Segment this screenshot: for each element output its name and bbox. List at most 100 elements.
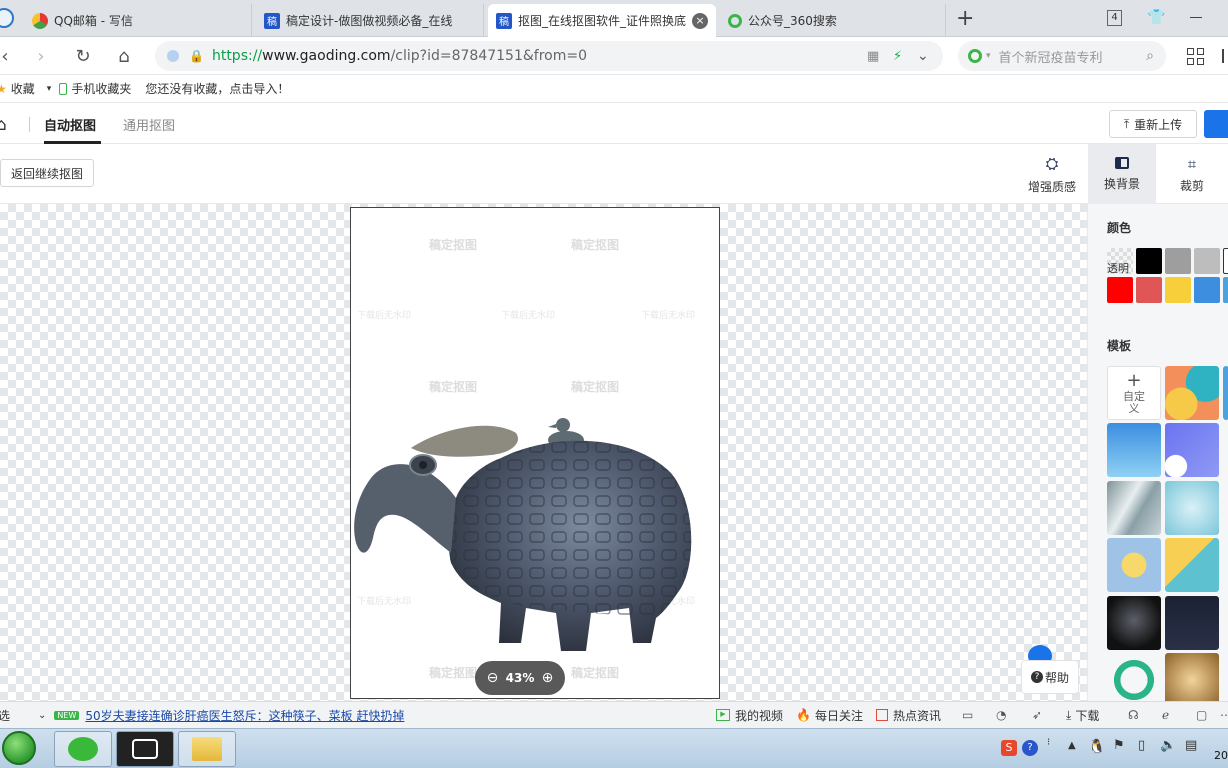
- wechat-taskbar-button[interactable]: [54, 731, 112, 767]
- template-thumbnail[interactable]: [1165, 423, 1219, 477]
- chevron-down-icon[interactable]: ▾: [986, 51, 991, 61]
- zoom-percent-icon[interactable]: ⋯: [1220, 708, 1228, 722]
- rocket-icon[interactable]: ➶: [1032, 708, 1042, 722]
- custom-template-button[interactable]: + 自定义: [1107, 366, 1161, 420]
- tab-general-cutout[interactable]: 通用抠图: [123, 115, 175, 134]
- 360-search-icon: [968, 49, 982, 63]
- speed-icon[interactable]: ◔: [996, 708, 1006, 722]
- template-thumbnail[interactable]: [1165, 481, 1219, 535]
- change-background-tool[interactable]: 换背景: [1088, 144, 1156, 204]
- color-swatch-red[interactable]: [1107, 277, 1133, 303]
- template-thumbnail[interactable]: [1107, 538, 1161, 592]
- watermark-text: 稿定抠图: [571, 666, 620, 680]
- browser-ie-icon[interactable]: ℯ: [1162, 708, 1169, 722]
- enhance-texture-tool[interactable]: ⛭ 增强质感: [1018, 144, 1086, 204]
- network-icon[interactable]: ▤: [1185, 738, 1197, 753]
- zoom-out-icon[interactable]: ⊖: [487, 670, 499, 686]
- daily-focus-button[interactable]: 🔥 每日关注: [796, 707, 863, 724]
- help-tray-icon[interactable]: ?: [1022, 740, 1038, 756]
- lightning-icon[interactable]: ⚡: [893, 49, 902, 64]
- sogou-ime-icon[interactable]: S: [1001, 740, 1017, 756]
- tab-qq-mail[interactable]: QQ邮箱 - 写信: [24, 4, 252, 37]
- download-status-button[interactable]: ⤓ 下载: [1066, 707, 1099, 724]
- template-thumbnail[interactable]: [1165, 653, 1219, 707]
- back-to-cutout-button[interactable]: 返回继续抠图: [0, 159, 94, 187]
- tab-cutout-active[interactable]: 稿 抠图_在线抠图软件_证件照换底 ×: [488, 4, 716, 37]
- color-swatch-black[interactable]: [1136, 248, 1162, 274]
- volume-icon[interactable]: 🔈: [1160, 738, 1176, 753]
- forward-icon[interactable]: ›: [30, 45, 52, 67]
- crop-tool[interactable]: ⌗ 裁剪: [1158, 144, 1226, 204]
- reupload-button[interactable]: ⤒ 重新上传: [1109, 110, 1197, 138]
- address-bar[interactable]: 🔒 https:// www.gaoding.com /clip?id=8784…: [155, 41, 943, 71]
- favorites-button[interactable]: 收藏: [11, 80, 35, 97]
- home-icon[interactable]: ⌂: [113, 45, 135, 67]
- menu-icon[interactable]: [1222, 49, 1228, 63]
- zoom-in-icon[interactable]: ⊕: [542, 670, 554, 686]
- device-icon[interactable]: ▯: [1138, 738, 1145, 753]
- download-button[interactable]: [1204, 110, 1228, 138]
- editor-canvas[interactable]: 稿定抠图 稿定抠图 下载后无水印 下载后无水印 下载后无水印 稿定抠图 稿定抠图…: [0, 204, 1087, 701]
- hot-news-button[interactable]: 热点资讯: [876, 707, 941, 724]
- bug-icon[interactable]: ☊: [1128, 708, 1139, 722]
- tab-auto-cutout[interactable]: 自动抠图: [44, 115, 96, 134]
- app-header: ⌂ 自动抠图 通用抠图 ⤒ 重新上传: [0, 104, 1228, 144]
- color-swatch-blue[interactable]: [1194, 277, 1220, 303]
- new-badge: NEW: [54, 710, 80, 720]
- color-swatch-gray[interactable]: [1165, 248, 1191, 274]
- page-info-icon[interactable]: [167, 50, 179, 62]
- transparent-swatch[interactable]: 透明: [1107, 248, 1133, 274]
- apps-grid-icon[interactable]: [1187, 48, 1204, 65]
- status-left-label[interactable]: 选: [0, 707, 10, 724]
- template-thumbnail[interactable]: [1165, 366, 1219, 420]
- window-icon[interactable]: ▢: [1196, 708, 1207, 722]
- browser-logo-icon[interactable]: [0, 8, 14, 28]
- tray-expand-icon[interactable]: ▲: [1068, 740, 1076, 751]
- tab-count-badge[interactable]: 4: [1107, 10, 1122, 26]
- mobile-favorites-link[interactable]: 手机收藏夹: [71, 80, 131, 97]
- chevron-down-icon[interactable]: ▾: [47, 84, 52, 94]
- tray-settings-icon[interactable]: ⁝: [1047, 737, 1050, 748]
- search-icon[interactable]: ⌕: [1146, 48, 1154, 64]
- start-button[interactable]: [2, 731, 36, 765]
- color-swatch-yellow[interactable]: [1165, 277, 1191, 303]
- news-link[interactable]: 50岁夫妻接连确诊肝癌医生怒斥：这种筷子、菜板 赶快扔掉: [85, 707, 404, 724]
- tab-gaoding-design[interactable]: 稿 稿定设计-做图做视频必备_在线: [256, 4, 484, 37]
- image-icon[interactable]: ▭: [962, 708, 973, 722]
- flag-icon[interactable]: ⚑: [1113, 738, 1125, 753]
- template-thumbnail[interactable]: [1107, 423, 1161, 477]
- chevron-down-icon[interactable]: ⌄: [917, 48, 929, 64]
- video-recorder-taskbar-button[interactable]: [116, 731, 174, 767]
- qr-code-icon[interactable]: ▦: [867, 49, 879, 64]
- search-input[interactable]: 首个新冠疫苗专利: [999, 47, 1103, 66]
- search-box[interactable]: ▾ 首个新冠疫苗专利 ⌕: [958, 41, 1166, 71]
- new-tab-button[interactable]: +: [956, 6, 974, 31]
- color-swatch-coral[interactable]: [1136, 277, 1162, 303]
- template-thumbnail[interactable]: [1107, 653, 1161, 707]
- color-swatch-lightgray[interactable]: [1194, 248, 1220, 274]
- help-button[interactable]: ? 帮助: [1021, 660, 1079, 694]
- home-icon[interactable]: ⌂: [0, 115, 7, 135]
- template-thumbnail[interactable]: [1165, 596, 1219, 650]
- close-tab-icon[interactable]: ×: [692, 13, 708, 29]
- qq-tray-icon[interactable]: 🐧: [1088, 739, 1105, 755]
- import-hint-link[interactable]: 您还没有收藏，点击导入！: [145, 80, 289, 97]
- color-swatch-white[interactable]: [1223, 248, 1228, 274]
- template-thumbnail[interactable]: [1107, 596, 1161, 650]
- template-thumbnail[interactable]: [1107, 481, 1161, 535]
- template-thumbnail[interactable]: [1223, 366, 1228, 420]
- image-preview[interactable]: 稿定抠图 稿定抠图 下载后无水印 下载后无水印 下载后无水印 稿定抠图 稿定抠图…: [350, 207, 720, 699]
- my-video-button[interactable]: ▶ 我的视频: [716, 707, 783, 724]
- background-panel: 颜色 透明 模板 + 自定义: [1087, 204, 1228, 707]
- file-explorer-taskbar-button[interactable]: [178, 731, 236, 767]
- tab-360-search[interactable]: 公众号_360搜索: [720, 4, 946, 37]
- minimize-icon[interactable]: [1190, 17, 1202, 18]
- chevron-down-icon[interactable]: ⌄: [38, 710, 46, 721]
- clock[interactable]: 20: [1214, 749, 1228, 762]
- tool-label: 换背景: [1103, 176, 1140, 191]
- color-swatch-lightblue[interactable]: [1223, 277, 1228, 303]
- template-thumbnail[interactable]: [1165, 538, 1219, 592]
- back-icon[interactable]: ‹: [0, 45, 16, 67]
- shirt-skin-icon[interactable]: 👕: [1147, 8, 1166, 26]
- refresh-icon[interactable]: ↻: [72, 45, 94, 67]
